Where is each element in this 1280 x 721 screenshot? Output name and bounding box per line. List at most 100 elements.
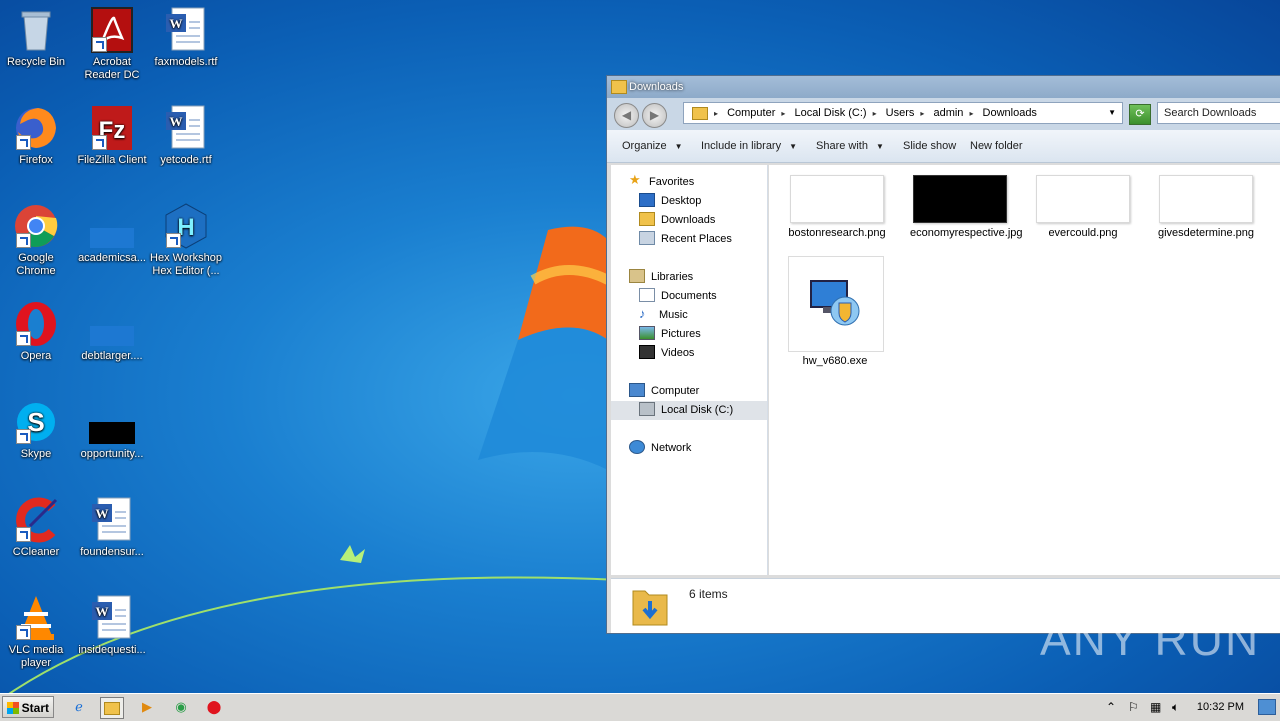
windows-flag-icon <box>7 702 19 714</box>
clock[interactable]: 10:32 PM <box>1197 696 1244 718</box>
media-player-icon[interactable]: ▶ <box>136 697 158 717</box>
chevron-down-icon: ▼ <box>674 142 683 151</box>
breadcrumb-computer[interactable]: Computer <box>727 107 775 119</box>
new-folder-button[interactable]: New folder <box>970 130 1023 162</box>
nav-downloads[interactable]: Downloads <box>639 211 715 230</box>
breadcrumb-local-disk[interactable]: Local Disk (C:) <box>794 107 866 119</box>
volume-icon[interactable]: 🔈︎ <box>1172 696 1179 718</box>
search-input[interactable]: Search Downloads <box>1157 102 1280 124</box>
desktop-icon-opera[interactable]: Opera <box>0 300 74 363</box>
word-document-icon: W <box>166 105 205 149</box>
organize-button[interactable]: Organize ▼ <box>622 130 683 163</box>
nav-desktop[interactable]: Desktop <box>639 192 701 211</box>
desktop-icon-yetcode[interactable]: W yetcode.rtf <box>148 104 224 167</box>
explorer-taskbar-button[interactable] <box>100 697 124 719</box>
desktop-icon-insidequesti[interactable]: W insidequesti... <box>74 594 150 657</box>
desktop-icon-label: Hex Workshop Hex Editor (... <box>150 252 222 277</box>
item-count: 6 items <box>689 587 728 601</box>
include-in-library-button[interactable]: Include in library ▼ <box>701 130 797 163</box>
address-bar[interactable]: ▸ Computer ▸ Local Disk (C:) ▸ Users ▸ admi… <box>683 102 1123 124</box>
desktop-icon-label: FileZilla Client <box>77 154 147 166</box>
desktop-icon-label: VLC media player <box>8 644 64 669</box>
file-item[interactable]: givesdetermine.png <box>1156 175 1256 240</box>
file-item[interactable]: bostonresearch.png <box>787 175 887 240</box>
file-item[interactable]: evercould.png <box>1033 175 1133 240</box>
desktop-icon-opportunity[interactable]: opportunity... <box>74 398 150 461</box>
chevron-down-icon[interactable]: ▼ <box>1108 103 1116 123</box>
nav-libraries[interactable]: Libraries <box>629 268 693 287</box>
desktop-icon-label: Firefox <box>19 154 53 166</box>
desktop-icon-label: Skype <box>20 448 52 460</box>
word-document-icon: W <box>166 7 205 51</box>
forward-button[interactable]: ▶ <box>642 103 667 128</box>
nav-computer[interactable]: Computer <box>629 382 699 401</box>
desktop-icon-academicsa[interactable]: academicsa... <box>74 202 150 265</box>
window-title-bar[interactable]: Downloads <box>607 76 1280 98</box>
share-with-label: Share with <box>816 140 868 152</box>
chevron-right-icon[interactable]: ▸ <box>873 109 877 118</box>
desktop-icon-debtlarger[interactable]: debtlarger.... <box>74 300 150 363</box>
desktop-icon-label: Recycle Bin <box>6 56 66 68</box>
nav-local-disk[interactable]: Local Disk (C:) <box>611 401 767 420</box>
desktop-icon-acrobat[interactable]: Acrobat Reader DC <box>74 6 150 82</box>
desktop-icon-hex-workshop[interactable]: H Hex Workshop Hex Editor (... <box>148 202 224 278</box>
nav-label: Videos <box>661 347 695 359</box>
desktop-icon-firefox[interactable]: Firefox <box>0 104 74 167</box>
breadcrumb-downloads[interactable]: Downloads <box>983 107 1037 119</box>
nav-recent-places[interactable]: Recent Places <box>639 230 732 249</box>
desktop-icon-vlc[interactable]: VLC media player <box>0 594 74 670</box>
svg-text:W: W <box>170 16 183 31</box>
image-thumbnail <box>1159 175 1253 223</box>
image-thumbnail <box>790 175 884 223</box>
desktop-icon-label: opportunity... <box>80 448 144 460</box>
breadcrumb-users[interactable]: Users <box>886 107 915 119</box>
chevron-right-icon[interactable]: ▸ <box>781 109 785 118</box>
desktop-icon-skype[interactable]: S Skype <box>0 398 74 461</box>
nav-network[interactable]: Network <box>629 439 691 458</box>
network-icon <box>629 440 645 455</box>
chevron-right-icon[interactable]: ▸ <box>969 109 973 118</box>
chrome-taskbar-icon[interactable]: ◉ <box>170 697 192 717</box>
desktop-icon-faxmodels[interactable]: W faxmodels.rtf <box>148 6 224 69</box>
chevron-right-icon[interactable]: ▸ <box>920 109 924 118</box>
desktop-icon-ccleaner[interactable]: CCleaner <box>0 496 74 559</box>
nav-label: Libraries <box>651 271 694 283</box>
desktop-icon-label: CCleaner <box>12 546 60 558</box>
desktop-icon-label: Acrobat Reader DC <box>84 56 140 81</box>
computer-icon <box>629 383 645 398</box>
word-document-icon: W <box>92 497 131 541</box>
desktop-icon-label: faxmodels.rtf <box>154 56 218 68</box>
desktop-icon <box>639 193 655 208</box>
desktop-icon-label: insidequesti... <box>78 644 146 656</box>
back-button[interactable]: ◀ <box>614 103 639 128</box>
opera-taskbar-icon[interactable]: ⬤ <box>203 697 225 717</box>
desktop-icon-recycle-bin[interactable]: Recycle Bin <box>0 6 74 69</box>
action-center-flag-icon[interactable]: ⚐ <box>1128 696 1139 718</box>
breadcrumb-admin[interactable]: admin <box>933 107 963 119</box>
slide-show-button[interactable]: Slide show <box>903 130 956 162</box>
svg-text:W: W <box>96 506 109 521</box>
nav-videos[interactable]: Videos <box>639 344 694 363</box>
desktop-icon-filezilla[interactable]: Fz FileZilla Client <box>74 104 150 167</box>
file-item-exe[interactable] <box>788 256 884 352</box>
nav-documents[interactable]: Documents <box>639 287 717 306</box>
hard-drive-icon <box>639 402 655 417</box>
blank-file-icon <box>90 228 134 248</box>
recent-places-icon <box>639 231 655 246</box>
pictures-icon <box>639 326 655 341</box>
show-hidden-icons-icon[interactable]: ⌃ <box>1106 696 1116 718</box>
desktop-icon-foundensur[interactable]: W foundensur... <box>74 496 150 559</box>
nav-pictures[interactable]: Pictures <box>639 325 701 344</box>
file-item[interactable]: economyrespective.jpg <box>910 175 1023 240</box>
show-desktop-button[interactable] <box>1258 699 1276 715</box>
start-button[interactable]: Start <box>2 696 54 718</box>
internet-explorer-icon[interactable]: ℯ <box>68 697 90 717</box>
nav-music[interactable]: ♪ Music <box>639 306 688 325</box>
file-name: evercould.png <box>1048 227 1118 239</box>
network-status-icon[interactable]: ▦ <box>1150 696 1161 718</box>
nav-favorites[interactable]: ★ Favorites <box>629 173 694 192</box>
explorer-window: Downloads ◀ ▶ ▸ Computer ▸ Local Disk (C:… <box>606 75 1280 634</box>
desktop-icon-chrome[interactable]: Google Chrome <box>0 202 74 278</box>
share-with-button[interactable]: Share with ▼ <box>816 130 884 163</box>
refresh-button[interactable]: ⟳ <box>1129 104 1151 125</box>
